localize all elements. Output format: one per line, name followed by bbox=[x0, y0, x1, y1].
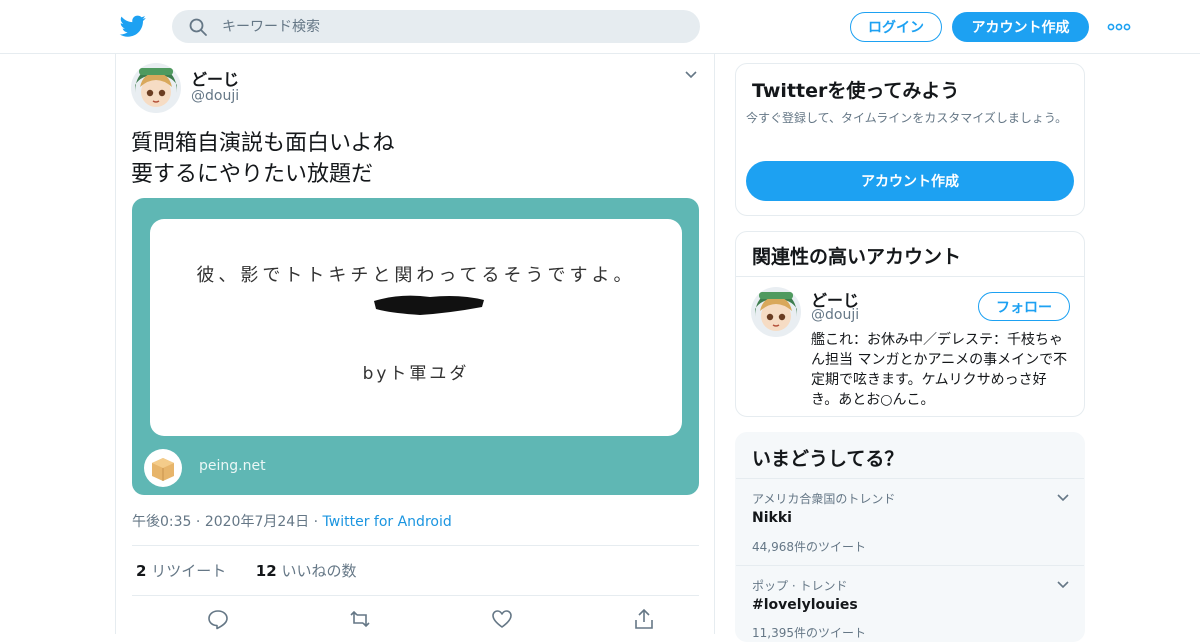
retweet-icon[interactable] bbox=[349, 608, 371, 630]
avatar[interactable] bbox=[131, 63, 181, 113]
question-signature: byト軍ユダ bbox=[362, 364, 470, 384]
related-handle[interactable]: @douji bbox=[811, 307, 859, 323]
divider bbox=[132, 595, 699, 596]
divider bbox=[736, 478, 1084, 479]
trend-count: 11,395件のツイート bbox=[752, 626, 866, 640]
search-box[interactable] bbox=[172, 10, 700, 43]
trend-name: Nikki bbox=[752, 510, 792, 526]
divider bbox=[736, 565, 1084, 566]
link-card[interactable]: 彼、影でトトキチと関わってるそうですよ。 byト軍ユダ peing.net bbox=[132, 198, 699, 495]
author-name[interactable]: どーじ bbox=[191, 66, 239, 90]
tweet-time[interactable]: 午後0:35 bbox=[132, 514, 191, 530]
follow-button[interactable]: フォロー bbox=[978, 292, 1070, 321]
avatar[interactable] bbox=[751, 287, 801, 337]
meta-separator: · bbox=[191, 514, 205, 530]
retweet-count: 2 bbox=[136, 562, 147, 580]
card-domain: peing.net bbox=[199, 458, 266, 474]
meta-separator: · bbox=[309, 514, 323, 530]
signup-card-button[interactable]: アカウント作成 bbox=[746, 161, 1074, 201]
like-count: 12 bbox=[255, 562, 277, 580]
tweet-detail: どーじ @douji 質問箱自演説も面白いよね 要するにやりたい放題だ 彼、影で… bbox=[115, 54, 715, 634]
author-handle[interactable]: @douji bbox=[191, 88, 239, 104]
trend-name: #lovelylouies bbox=[752, 597, 858, 613]
signup-card: Twitterを使ってみよう 今すぐ登録して、タイムラインをカスタマイズしましょ… bbox=[735, 63, 1085, 216]
retweet-label: リツイート bbox=[151, 562, 227, 580]
like-stat[interactable]: 12 いいねの数 bbox=[256, 562, 357, 580]
redaction-scribble bbox=[374, 295, 484, 315]
avatar-image bbox=[751, 287, 801, 337]
trends-card: いまどうしてる？ アメリカ合衆国のトレンド Nikki 44,968件のツイート… bbox=[735, 432, 1085, 642]
signup-card-title: Twitterを使ってみよう bbox=[752, 80, 960, 102]
tweet-text: 質問箱自演説も面白いよね 要するにやりたい放題だ bbox=[131, 128, 395, 190]
question-box: 彼、影でトトキチと関わってるそうですよ。 byト軍ユダ bbox=[150, 219, 682, 436]
related-title: 関連性の高いアカウント bbox=[752, 246, 962, 268]
twitter-bird-icon[interactable] bbox=[119, 13, 147, 39]
avatar-image bbox=[131, 63, 181, 113]
like-label: いいねの数 bbox=[281, 562, 357, 580]
tweet-stats: 2 リツイート 12 いいねの数 bbox=[136, 560, 356, 581]
top-bar: ログイン アカウント作成 bbox=[0, 0, 1200, 54]
tweet-source[interactable]: Twitter for Android bbox=[323, 514, 452, 530]
signup-card-subtitle: 今すぐ登録して、タイムラインをカスタマイズしましょう。 bbox=[746, 111, 1068, 125]
chevron-down-icon[interactable] bbox=[684, 70, 698, 80]
related-bio: 艦これ：お休み中／デレステ：千枝ちゃん担当 マンガとかアニメの事メインで不定期で… bbox=[811, 332, 1068, 408]
trends-title: いまどうしてる？ bbox=[752, 448, 904, 470]
signup-button[interactable]: アカウント作成 bbox=[952, 12, 1089, 42]
reply-icon[interactable] bbox=[207, 608, 229, 630]
chevron-down-icon[interactable] bbox=[1056, 493, 1070, 503]
login-button[interactable]: ログイン bbox=[850, 12, 942, 42]
tweet-meta: 午後0:35 · 2020年7月24日 · Twitter for Androi… bbox=[132, 511, 452, 531]
related-accounts-card: 関連性の高いアカウント どーじ @douji フォロー 艦これ：お休み中／デレス… bbox=[735, 231, 1085, 417]
question-text: 彼、影でトトキチと関わってるそうですよ。 bbox=[196, 265, 636, 286]
more-icon[interactable] bbox=[1107, 20, 1131, 34]
divider bbox=[736, 276, 1084, 277]
chevron-down-icon[interactable] bbox=[1056, 580, 1070, 590]
trend-context: アメリカ合衆国のトレンド bbox=[752, 492, 896, 506]
heart-icon[interactable] bbox=[491, 608, 513, 630]
tweet-date[interactable]: 2020年7月24日 bbox=[205, 514, 309, 530]
divider bbox=[132, 545, 699, 546]
share-icon[interactable] bbox=[633, 608, 655, 630]
tweet-actions bbox=[132, 608, 699, 634]
trend-count: 44,968件のツイート bbox=[752, 540, 866, 554]
tweet-text-line: 質問箱自演説も面白いよね bbox=[131, 131, 395, 156]
retweet-stat[interactable]: 2 リツイート bbox=[136, 562, 226, 580]
search-input[interactable] bbox=[222, 10, 682, 43]
box-icon bbox=[144, 449, 182, 487]
trend-context: ポップ · トレンド bbox=[752, 579, 848, 593]
tweet-text-line: 要するにやりたい放題だ bbox=[131, 162, 374, 187]
search-icon bbox=[189, 18, 207, 36]
